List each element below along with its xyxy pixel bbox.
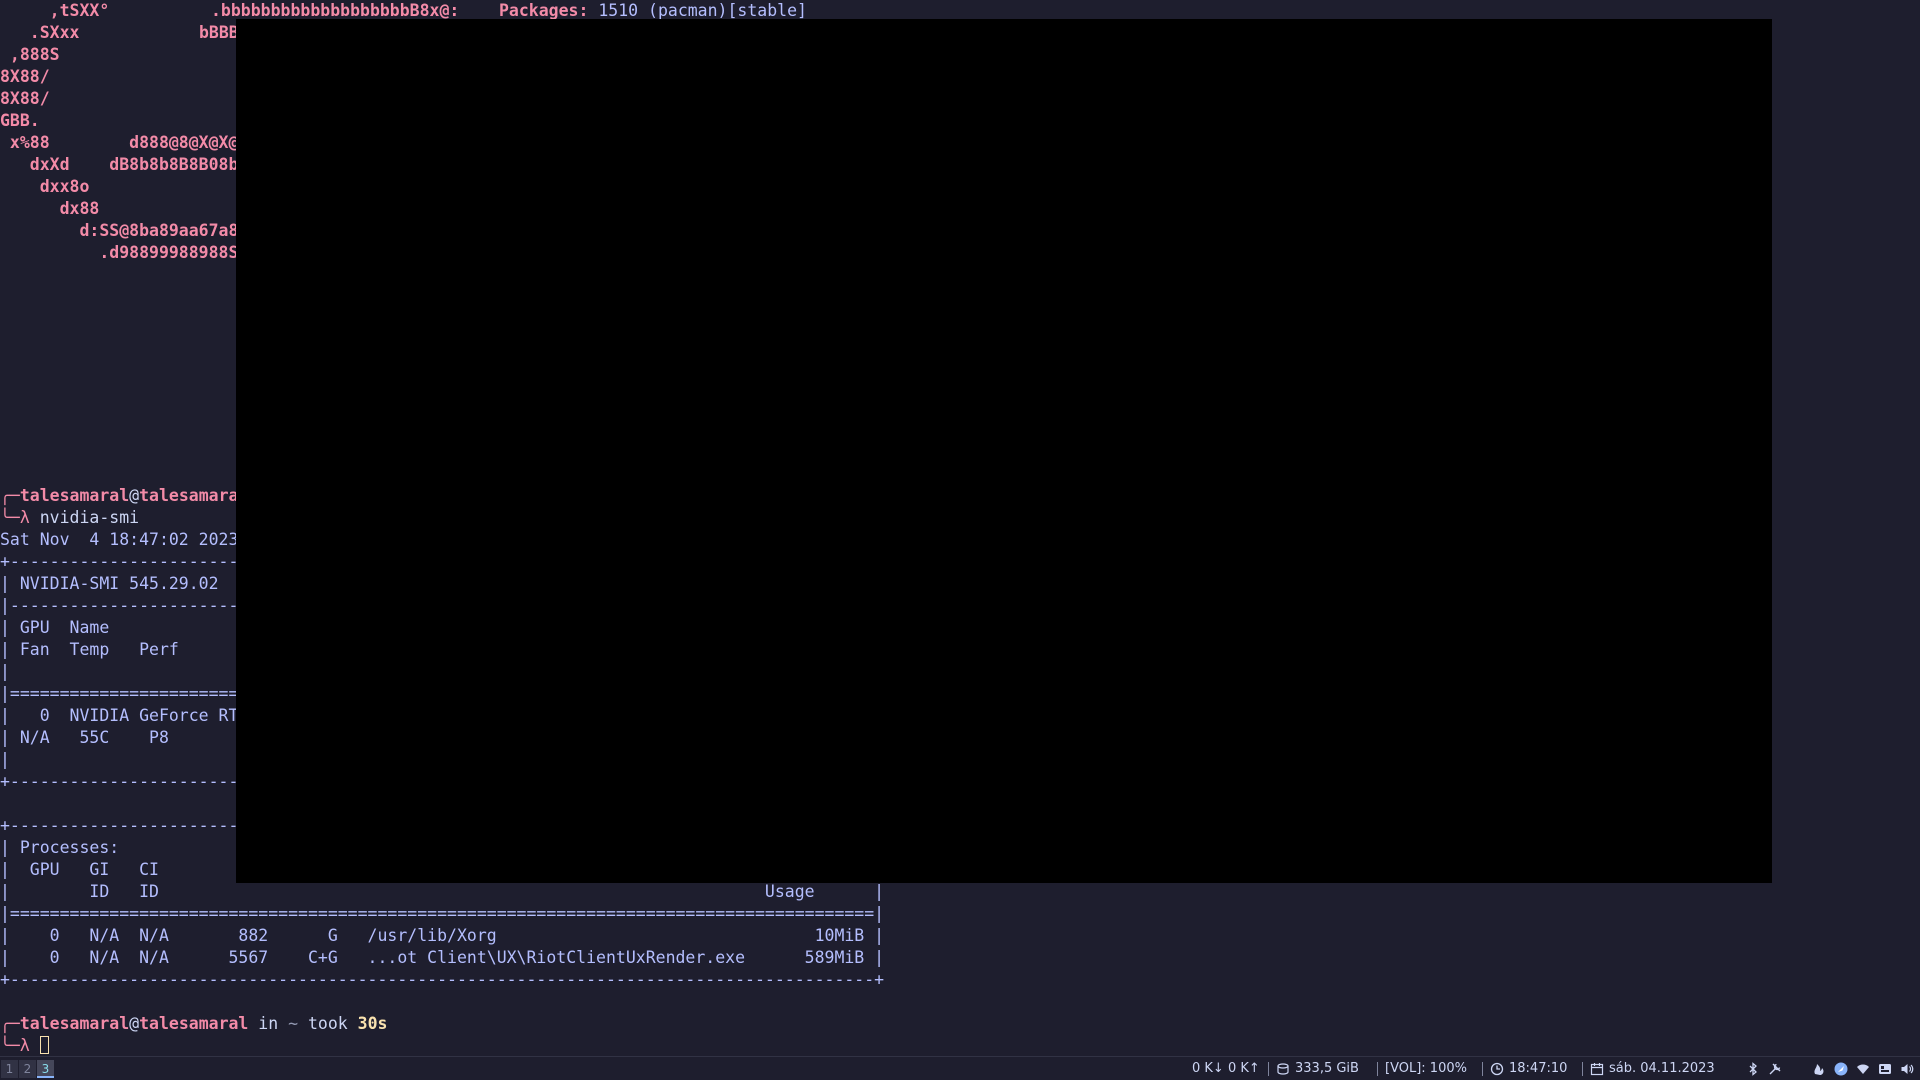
disk-free: 333,5 GiB xyxy=(1295,1061,1359,1076)
smi-date: Sat Nov 4 18:47:02 2023 xyxy=(0,530,239,549)
workspace-3-button[interactable]: 3 xyxy=(37,1060,54,1078)
smi-proc-row: | 0 N/A N/A 882 G /usr/lib/Xorg 10MiB | xyxy=(0,926,885,945)
clock-time: 18:47:10 xyxy=(1509,1061,1568,1076)
ascii-art-line: x%88 d888@8@X@X@ xyxy=(0,133,239,152)
speaker-icon[interactable] xyxy=(1900,1062,1914,1076)
prompt-line-2: ╭─talesamaral@talesamaral in ~ took 30s xyxy=(0,1013,387,1035)
ascii-art-line: d:SS@8ba89aa67a8 xyxy=(0,221,239,240)
smi-col-head-2: | Fan Temp Perf xyxy=(0,640,179,659)
ascii-art-line: 8X88/ xyxy=(0,67,50,86)
command-line-1: ╰─λ nvidia-smi xyxy=(0,507,139,529)
compass-icon[interactable] xyxy=(1834,1062,1848,1076)
ascii-art-line: GBB. xyxy=(0,111,40,130)
smi-col-head-1: | GPU Name xyxy=(0,618,110,637)
prompt-arrow: ╰─λ xyxy=(0,1036,30,1055)
prompt-dir: ~ xyxy=(288,1014,299,1033)
ascii-art-line: dx88 xyxy=(0,199,100,218)
workspace-1-button[interactable]: 1 xyxy=(1,1060,18,1078)
smi-proc-border: +---------------------------------------… xyxy=(0,970,885,989)
keyboard-icon[interactable] xyxy=(1878,1062,1892,1076)
calendar-date: sáb. 04.11.2023 xyxy=(1609,1061,1715,1076)
ascii-art-right: bBBB xyxy=(199,23,239,42)
prompt-in: in xyxy=(248,1014,289,1033)
smi-proc-row: | 0 N/A N/A 5567 C+G ...ot Client\UX\Rio… xyxy=(0,948,885,967)
prompt-corner: ╭─ xyxy=(0,486,20,505)
text-cursor[interactable] xyxy=(39,1036,49,1054)
bar-separator xyxy=(1582,1062,1583,1076)
floating-black-window[interactable] xyxy=(236,19,1772,883)
smi-proc-head-1: | GPU GI CI xyxy=(0,860,159,879)
prompt-took: took xyxy=(298,1014,358,1033)
prompt-user: talesamaral xyxy=(19,1014,130,1033)
ascii-art-line: .SXxx xyxy=(0,23,80,42)
clock-icon xyxy=(1490,1062,1504,1076)
ascii-art-line: ,tSXX° xyxy=(0,1,110,20)
volume-level[interactable]: [VOL]: 100% xyxy=(1385,1057,1467,1080)
command-line-2[interactable]: ╰─λ xyxy=(0,1035,49,1056)
workspace-2-button[interactable]: 2 xyxy=(19,1060,36,1078)
smi-proc-head-2: | ID ID Usage | xyxy=(0,882,885,901)
ascii-art-line: ,888S xyxy=(0,45,60,64)
disk-icon xyxy=(1277,1063,1289,1075)
prompt-line-1: ╭─talesamaral@talesamaral xyxy=(0,485,248,507)
smi-gpu-row-1: | 0 NVIDIA GeForce RTX xyxy=(0,706,249,725)
prompt-arrow: ╰─λ xyxy=(0,508,30,527)
smi-empty-row: | xyxy=(0,750,10,769)
network-speed: 0 K↓ 0 K↑ xyxy=(1192,1061,1260,1076)
status-bar: 1 2 3 0 K↓ 0 K↑ 333,5 GiB [VOL]: 100% 18… xyxy=(0,1056,1920,1080)
prompt-user: talesamaral xyxy=(19,486,130,505)
bar-separator xyxy=(1482,1062,1483,1076)
smi-header: | NVIDIA-SMI 545.29.02 xyxy=(0,574,219,593)
bluetooth-icon[interactable] xyxy=(1746,1062,1760,1076)
prompt-at: @ xyxy=(129,1014,140,1033)
command-text: nvidia-smi xyxy=(39,508,140,527)
smi-empty-row: | xyxy=(0,662,10,681)
smi-proc-title: | Processes: xyxy=(0,838,120,857)
tools-icon[interactable] xyxy=(1768,1062,1782,1076)
prompt-at: @ xyxy=(129,486,140,505)
calendar-icon xyxy=(1590,1063,1604,1076)
wifi-icon[interactable] xyxy=(1856,1062,1870,1076)
prompt-corner: ╭─ xyxy=(0,1014,20,1033)
prompt-duration: 30s xyxy=(357,1014,388,1033)
prompt-host: talesamaral xyxy=(139,486,249,505)
ascii-art-line: dxx8o xyxy=(0,177,90,196)
ascii-art-line: 8X88/ xyxy=(0,89,50,108)
fetch-value: 1510 (pacman)[stable] xyxy=(598,1,807,20)
prompt-host: talesamaral xyxy=(139,1014,249,1033)
smi-proc-double: |=======================================… xyxy=(0,904,885,923)
smi-gpu-row-2: | N/A 55C P8 xyxy=(0,728,169,747)
ascii-art-line: .d98899988988S xyxy=(0,243,239,262)
bar-separator xyxy=(1377,1062,1378,1076)
flame-icon[interactable] xyxy=(1812,1062,1826,1076)
bar-separator xyxy=(1268,1062,1269,1076)
fetch-label: Packages: xyxy=(499,1,589,20)
ascii-art-line: dxXd dB8b8b8B8B08b xyxy=(0,155,239,174)
